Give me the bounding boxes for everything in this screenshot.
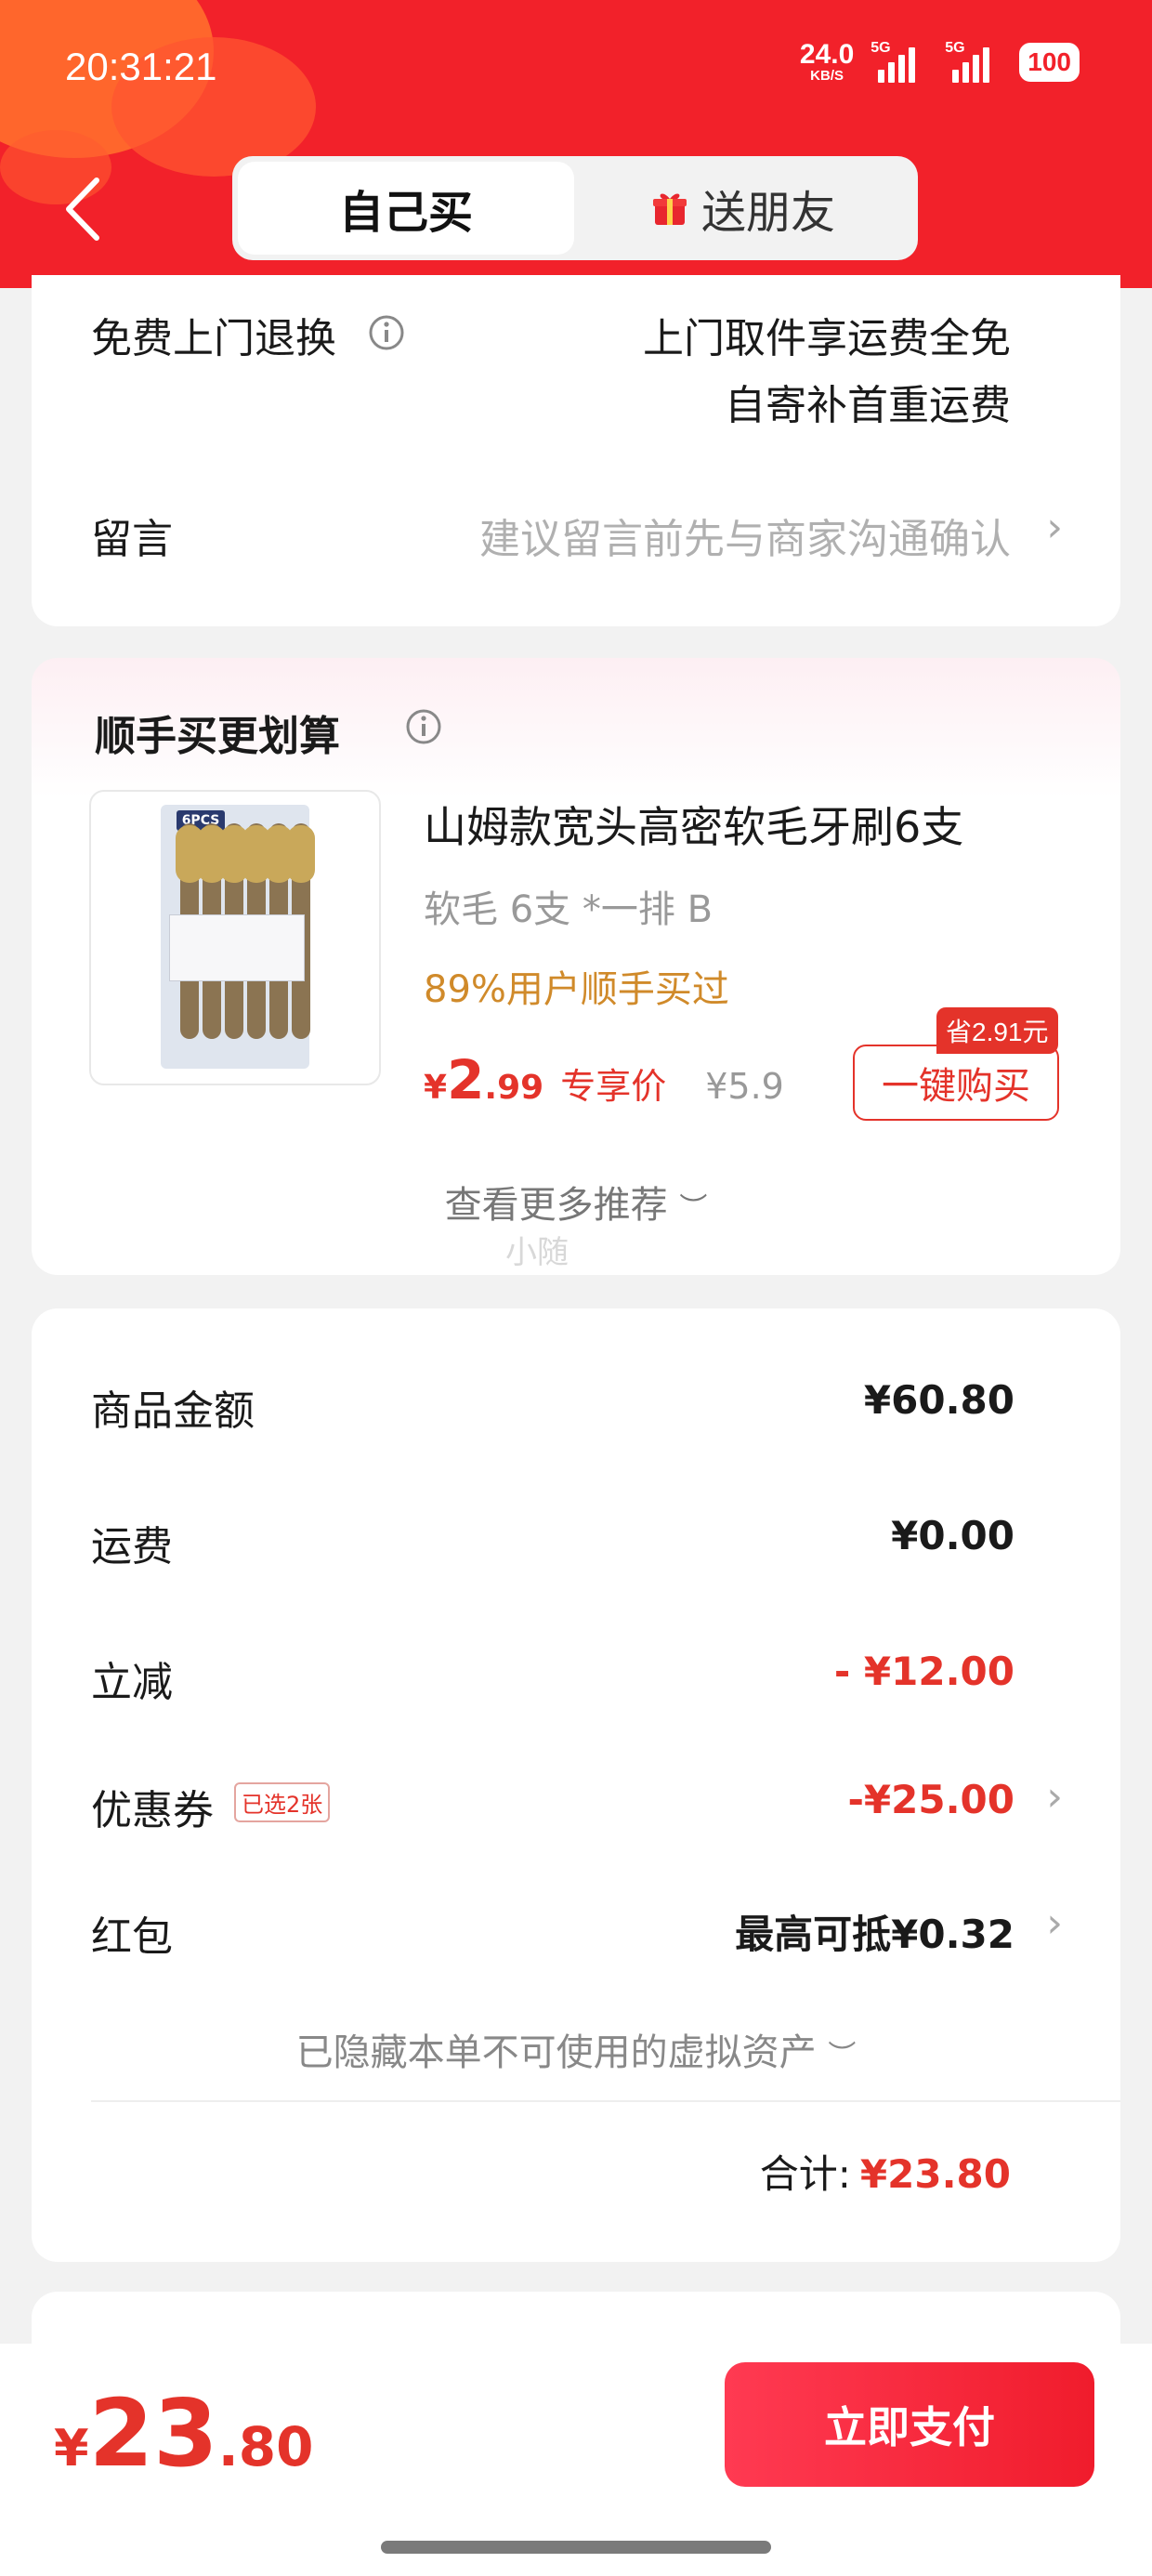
signal-icon: 5G xyxy=(945,39,1002,83)
summary-value-redpacket[interactable]: 最高可抵¥0.32 xyxy=(735,1903,1015,1960)
summary-label-redpacket: 红包 xyxy=(91,1913,173,1961)
chevron-right-icon[interactable]: › xyxy=(1046,1899,1063,1947)
chevron-down-icon: ︶ xyxy=(679,1192,708,1225)
network-speed-value: 24.0 xyxy=(799,39,855,70)
price-tag: 专享价 xyxy=(560,1066,667,1107)
order-summary-card: 商品金额 ¥60.80 运费 ¥0.00 立减 - ¥12.00 优惠券 已选2… xyxy=(32,1308,1120,2262)
battery-icon: 100 xyxy=(1019,42,1080,82)
one-click-buy-button[interactable]: 一键购买 xyxy=(853,1045,1059,1121)
signal-label: 5G xyxy=(871,39,891,56)
price-int: 2 xyxy=(447,1048,485,1111)
divider xyxy=(91,2100,1120,2102)
tab-gift-friend[interactable]: 送朋友 xyxy=(574,162,912,255)
watermark-text: 小随 xyxy=(505,1234,569,1271)
total-value: ¥23.80 xyxy=(859,2151,1011,2197)
upsell-card: 顺手买更划算 6PCS 山姆款宽头高密软毛牙刷6支 软毛 6支 *一排 B 89… xyxy=(32,658,1120,1275)
package-text-label xyxy=(169,914,305,981)
payable-decimal: .80 xyxy=(217,2415,314,2478)
header: 20:31:21 24.0 KB/S 5G 5G 100 自己买 送朋友 xyxy=(0,0,1152,288)
return-message-card: 免费上门退换 上门取件享运费全免 自寄补首重运费 留言 建议留言前先与商家沟通确… xyxy=(32,275,1120,626)
product-price: ¥ 2 .99 专享价 ¥5.9 xyxy=(424,1048,784,1111)
product-spec: 软毛 6支 *一排 B xyxy=(424,888,713,931)
back-arrow-icon[interactable] xyxy=(61,175,104,243)
product-image[interactable]: 6PCS xyxy=(89,790,381,1085)
gift-icon xyxy=(652,193,687,225)
signal-icon: 5G xyxy=(871,39,928,83)
payable-currency: ¥ xyxy=(54,2419,89,2477)
summary-value-shipping: ¥0.00 xyxy=(891,1513,1015,1558)
more-recommendations-link[interactable]: 查看更多推荐 ︶ xyxy=(32,1175,1120,1229)
signal-label: 5G xyxy=(945,39,965,56)
message-label: 留言 xyxy=(91,516,173,563)
status-time: 20:31:21 xyxy=(65,45,217,88)
product-name[interactable]: 山姆款宽头高密软毛牙刷6支 xyxy=(424,794,963,855)
chevron-right-icon[interactable]: › xyxy=(1046,1773,1063,1820)
tab-self-buy[interactable]: 自己买 xyxy=(238,162,574,255)
summary-value-discount: - ¥12.00 xyxy=(833,1649,1015,1694)
total-label: 合计: xyxy=(759,2151,851,2197)
chevron-down-icon: ︶ xyxy=(828,2040,857,2072)
upsell-title: 顺手买更划算 xyxy=(95,713,340,760)
price-decimal: .99 xyxy=(484,1069,544,1107)
message-input[interactable]: 建议留言前先与商家沟通确认 xyxy=(479,506,1011,565)
status-icons: 24.0 KB/S 5G 5G 100 xyxy=(799,39,1080,84)
buyers-note: 89%用户顺手买过 xyxy=(424,968,729,1011)
hidden-assets-toggle[interactable]: 已隐藏本单不可使用的虚拟资产 ︶ xyxy=(32,2022,1120,2076)
coupon-selected-badge: 已选2张 xyxy=(234,1782,331,1822)
summary-label-discount: 立减 xyxy=(91,1659,173,1706)
network-speed: 24.0 KB/S xyxy=(799,39,855,84)
free-return-label: 免费上门退换 xyxy=(91,315,336,362)
order-total: 合计: ¥23.80 xyxy=(760,2143,1011,2200)
info-icon[interactable] xyxy=(368,314,405,351)
summary-label-shipping: 运费 xyxy=(91,1523,173,1571)
summary-label-goods: 商品金额 xyxy=(91,1387,255,1435)
return-value-line1: 上门取件享运费全免 xyxy=(643,315,1011,362)
tab-gift-label: 送朋友 xyxy=(700,187,835,239)
summary-value-coupon[interactable]: -¥25.00 xyxy=(847,1777,1015,1822)
payable-int: 23 xyxy=(88,2379,218,2488)
save-amount-badge: 省2.91元 xyxy=(936,1007,1058,1054)
hidden-assets-label: 已隐藏本单不可使用的虚拟资产 xyxy=(295,2031,817,2074)
payable-amount: ¥ 23 .80 xyxy=(54,2379,314,2488)
home-indicator[interactable] xyxy=(381,2541,771,2554)
summary-label-coupon: 优惠券 xyxy=(91,1787,214,1834)
pay-now-button[interactable]: 立即支付 xyxy=(725,2362,1094,2487)
original-price: ¥5.9 xyxy=(705,1066,784,1107)
chevron-right-icon[interactable]: › xyxy=(1046,504,1063,551)
network-speed-unit: KB/S xyxy=(810,68,844,84)
info-icon[interactable] xyxy=(405,708,442,745)
price-symbol: ¥ xyxy=(424,1069,448,1107)
brush-head-graphic xyxy=(287,825,315,883)
summary-value-goods: ¥60.80 xyxy=(863,1377,1015,1423)
more-recommendations-label: 查看更多推荐 xyxy=(444,1184,668,1227)
return-value-line2: 自寄补首重运费 xyxy=(725,382,1011,429)
purchase-mode-switch: 自己买 送朋友 xyxy=(232,156,918,260)
